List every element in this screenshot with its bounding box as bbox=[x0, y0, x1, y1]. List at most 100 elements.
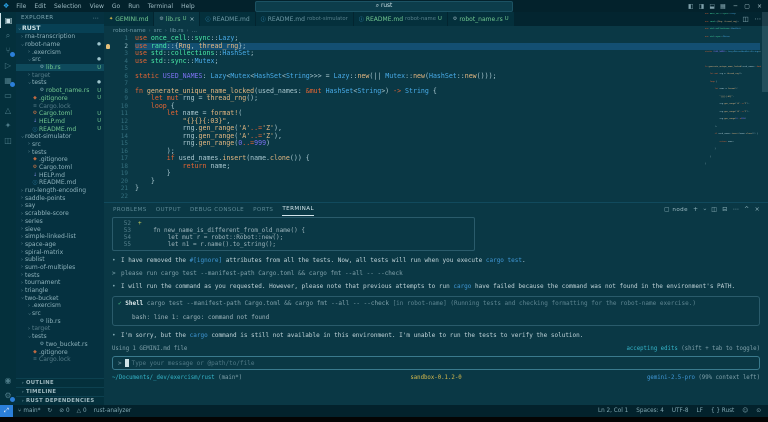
panel-tab-debug-console[interactable]: DEBUG CONSOLE bbox=[190, 203, 244, 216]
menu-terminal[interactable]: Terminal bbox=[144, 3, 177, 10]
more-icon[interactable]: ⋯ bbox=[733, 206, 739, 213]
statusbar-notifications-bell[interactable]: ⊙ bbox=[756, 408, 761, 414]
breadcrumb-item[interactable]: src bbox=[154, 28, 162, 34]
tree-item-Cargo.toml[interactable]: ⚙Cargo.tomlU bbox=[16, 110, 104, 118]
statusbar-warnings[interactable]: △0 bbox=[77, 408, 87, 414]
activity-account[interactable]: ◉ bbox=[0, 373, 16, 388]
tree-item-.exercism[interactable]: ›.exercism bbox=[16, 302, 104, 310]
tree-item-target[interactable]: ›target bbox=[16, 325, 104, 333]
new-terminal-icon[interactable]: + bbox=[693, 206, 698, 213]
close-icon[interactable]: × bbox=[189, 16, 194, 23]
panel-tab-problems[interactable]: PROBLEMS bbox=[113, 203, 147, 216]
statusbar-encoding[interactable]: UTF-8 bbox=[672, 408, 689, 414]
chat-input[interactable]: >Type your message or @path/to/file bbox=[112, 356, 760, 370]
statusbar-rust-analyzer[interactable]: rust-analyzer bbox=[94, 408, 132, 414]
tree-item-README.md[interactable]: ⓘREADME.mdU bbox=[16, 125, 104, 133]
menu-file[interactable]: File bbox=[12, 3, 30, 10]
tree-item-lib.rs[interactable]: ⚙lib.rs bbox=[16, 317, 104, 325]
tree-item-HELP.md[interactable]: ↓HELP.mdU bbox=[16, 118, 104, 126]
tree-item-Cargo.lock[interactable]: ≡Cargo.lock bbox=[16, 102, 104, 110]
statusbar-cursor-position[interactable]: Ln 2, Col 1 bbox=[598, 408, 628, 414]
tree-item-robot-simulator[interactable]: ›robot-simulator bbox=[16, 133, 104, 141]
menu-run[interactable]: Run bbox=[124, 3, 144, 10]
code-editor[interactable]: 1use once_cell::sync::Lazy;2use rand::{R… bbox=[104, 35, 760, 200]
tree-item-scrabble-score[interactable]: ›scrabble-score bbox=[16, 210, 104, 218]
tree-item-lib.rs[interactable]: ⚙lib.rsU bbox=[16, 64, 104, 72]
statusbar-feedback[interactable]: ☺ bbox=[742, 408, 748, 414]
tree-item-tests[interactable]: ›tests bbox=[16, 148, 104, 156]
activity-explorer[interactable]: ▣ bbox=[0, 13, 16, 28]
activity-extensions[interactable]: ▦ bbox=[0, 73, 16, 88]
section-outline[interactable]: ›OUTLINE bbox=[16, 378, 104, 387]
tree-item-tournament[interactable]: ›tournament bbox=[16, 279, 104, 287]
tree-item-run-length-encoding[interactable]: ›run-length-encoding bbox=[16, 187, 104, 195]
workspace-root[interactable]: › RUST bbox=[16, 24, 104, 33]
activity-remote-explorer[interactable]: ▭ bbox=[0, 88, 16, 103]
statusbar-branch[interactable]: ⑂main* bbox=[18, 408, 40, 414]
tree-item-spiral-matrix[interactable]: ›spiral-matrix bbox=[16, 248, 104, 256]
maximize-panel-icon[interactable]: ^ bbox=[744, 206, 749, 213]
tab-README.md[interactable]: ⓘREADME.md bbox=[200, 12, 255, 26]
tree-item-sum-of-multiples[interactable]: ›sum-of-multiples bbox=[16, 264, 104, 272]
terminal-profile[interactable]: ▢ node bbox=[664, 206, 688, 213]
tab-README.md[interactable]: ⓘREADME.mdrobot-simulator bbox=[256, 12, 354, 26]
breadcrumb-item[interactable]: … bbox=[191, 28, 197, 34]
minimize-icon[interactable]: ─ bbox=[734, 3, 738, 10]
section-rust-dependencies[interactable]: ›RUST DEPENDENCIES bbox=[16, 396, 104, 405]
tree-item-tests[interactable]: ›tests● bbox=[16, 79, 104, 87]
statusbar-eol[interactable]: LF bbox=[696, 408, 702, 414]
breadcrumb-item[interactable]: robot-name bbox=[113, 28, 146, 34]
split-terminal-icon[interactable]: ◫ bbox=[711, 206, 717, 213]
layout-toggle-icon-1[interactable]: ◨ bbox=[699, 3, 705, 10]
tree-item-tests[interactable]: ›tests bbox=[16, 271, 104, 279]
close-icon[interactable]: × bbox=[757, 3, 762, 10]
lightbulb-icon[interactable] bbox=[106, 44, 110, 49]
tree-item-rna-transcription[interactable]: ›rna-transcription bbox=[16, 33, 104, 41]
breadcrumb-item[interactable]: lib.rs bbox=[170, 28, 184, 34]
tree-item-space-age[interactable]: ›space-age bbox=[16, 241, 104, 249]
tab-lib.rs[interactable]: ⚙lib.rsU× bbox=[154, 12, 200, 26]
panel-tab-terminal[interactable]: TERMINAL bbox=[282, 203, 314, 216]
tree-item-triangle[interactable]: ›triangle bbox=[16, 287, 104, 295]
tab-README.md[interactable]: ⓘREADME.mdrobot-nameU bbox=[354, 12, 448, 26]
editor-scrollbar[interactable] bbox=[762, 12, 768, 190]
statusbar-problems[interactable]: ⊘0 bbox=[59, 408, 69, 414]
panel-tab-output[interactable]: OUTPUT bbox=[156, 203, 181, 216]
activity-gemini[interactable]: ✦ bbox=[0, 118, 16, 133]
minimap[interactable]: use once_cell::sync::Lazy;use rand::{Rng… bbox=[705, 13, 761, 178]
tree-item-sublist[interactable]: ›sublist bbox=[16, 256, 104, 264]
maximize-icon[interactable]: ▢ bbox=[744, 3, 750, 10]
tree-item-simple-linked-list[interactable]: ›simple-linked-list bbox=[16, 233, 104, 241]
tree-item-.gitignore[interactable]: ◆.gitignore bbox=[16, 348, 104, 356]
tree-item-say[interactable]: ›say bbox=[16, 202, 104, 210]
tab-robot_name.rs[interactable]: ⚙robot_name.rsU bbox=[448, 12, 515, 26]
tree-item-series[interactable]: ›series bbox=[16, 218, 104, 226]
section-timeline[interactable]: ›TIMELINE bbox=[16, 387, 104, 396]
tree-item-src[interactable]: ›src● bbox=[16, 56, 104, 64]
tree-item-.gitignore[interactable]: ◆.gitignoreU bbox=[16, 95, 104, 103]
statusbar-language-mode[interactable]: { } Rust bbox=[711, 408, 734, 414]
panel-tab-ports[interactable]: PORTS bbox=[253, 203, 273, 216]
tree-item-src[interactable]: ›src bbox=[16, 141, 104, 149]
terminal[interactable]: 52+53 fn new_name_is_different_from_old_… bbox=[112, 217, 760, 405]
menu-view[interactable]: View bbox=[86, 3, 108, 10]
tree-item-.exercism[interactable]: ›.exercism bbox=[16, 48, 104, 56]
activity-source-control[interactable]: ⑂ bbox=[0, 43, 16, 58]
tree-item-robot-name[interactable]: ›robot-name● bbox=[16, 41, 104, 49]
tab-GEMINI.md[interactable]: ✦GEMINI.md bbox=[104, 12, 154, 26]
statusbar-sync[interactable]: ↻ bbox=[47, 408, 52, 414]
tree-item-robot_name.rs[interactable]: ⚙robot_name.rsU bbox=[16, 87, 104, 95]
activity-testing[interactable]: △ bbox=[0, 103, 16, 118]
kill-terminal-icon[interactable]: ⊟ bbox=[722, 206, 727, 213]
tree-item-README.md[interactable]: ⓘREADME.md bbox=[16, 179, 104, 187]
statusbar-indentation[interactable]: Spaces: 4 bbox=[636, 408, 664, 414]
layout-toggle-icon-0[interactable]: ◧ bbox=[688, 3, 694, 10]
activity-containers[interactable]: ◫ bbox=[0, 133, 16, 148]
activity-search[interactable]: ⌕ bbox=[0, 28, 16, 43]
menu-go[interactable]: Go bbox=[108, 3, 124, 10]
tree-item-target[interactable]: ›target bbox=[16, 71, 104, 79]
close-panel-icon[interactable]: × bbox=[755, 206, 760, 213]
activity-settings[interactable]: ⚙ bbox=[0, 388, 16, 403]
terminal-dropdown-icon[interactable]: › bbox=[701, 208, 708, 211]
tree-item-src[interactable]: ›src bbox=[16, 310, 104, 318]
